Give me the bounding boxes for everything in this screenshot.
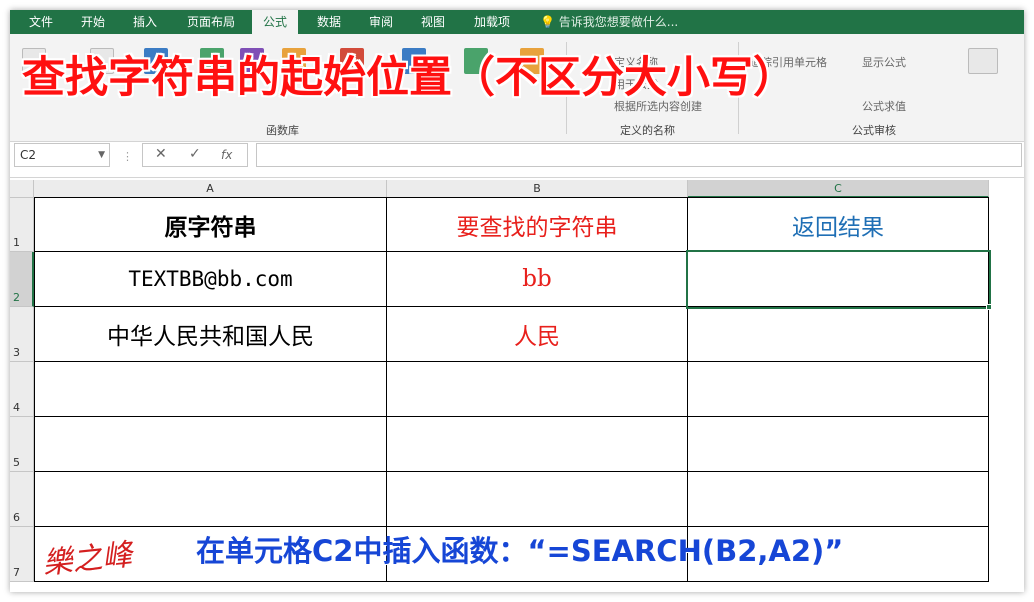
cell-c1[interactable]: 返回结果 <box>688 198 989 252</box>
evaluate-formula-button[interactable]: 公式求值 <box>862 98 906 114</box>
row-header-7[interactable]: 7 <box>10 527 34 582</box>
row-header-3[interactable]: 3 <box>10 307 34 362</box>
cancel-icon[interactable]: ✕ <box>155 146 167 162</box>
column-header-c[interactable]: C <box>688 180 989 198</box>
formula-bar-grip: ⋮ <box>122 150 133 163</box>
column-header-b[interactable]: B <box>387 180 688 198</box>
row-header-4[interactable]: 4 <box>10 362 34 417</box>
watch-window-icon[interactable] <box>968 48 998 74</box>
tab-view[interactable]: 视图 <box>412 10 454 34</box>
tab-home[interactable]: 开始 <box>72 10 114 34</box>
cell-a5[interactable] <box>35 417 387 472</box>
ribbon-tab-bar: 文件 开始 插入 页面布局 公式 数据 审阅 视图 加载项 💡 告诉我您想要做什… <box>10 10 1024 34</box>
cell-a4[interactable] <box>35 362 387 417</box>
cell-b1[interactable]: 要查找的字符串 <box>387 198 688 252</box>
cell-a1[interactable]: 原字符串 <box>35 198 387 252</box>
cell-c6[interactable] <box>688 472 989 527</box>
tab-data[interactable]: 数据 <box>308 10 350 34</box>
column-header-a[interactable]: A <box>34 180 387 198</box>
tab-insert[interactable]: 插入 <box>124 10 166 34</box>
chevron-down-icon[interactable]: ▼ <box>98 144 105 166</box>
cell-a2[interactable]: TEXTBB@bb.com <box>35 252 387 307</box>
fill-handle[interactable] <box>986 304 992 310</box>
group-label-defined-names: 定义的名称 <box>620 124 675 137</box>
row-header-1[interactable]: 1 <box>10 198 34 252</box>
row-header-6[interactable]: 6 <box>10 472 34 527</box>
tell-me-search[interactable]: 💡 告诉我您想要做什么... <box>540 10 678 34</box>
group-label-function-library: 函数库 <box>266 124 299 137</box>
cell-c4[interactable] <box>688 362 989 417</box>
enter-icon[interactable]: ✓ <box>189 146 201 162</box>
excel-window: 文件 开始 插入 页面布局 公式 数据 审阅 视图 加载项 💡 告诉我您想要做什… <box>10 10 1024 592</box>
formula-buttons: ✕ ✓ fx <box>142 143 248 167</box>
cell-b6[interactable] <box>387 472 688 527</box>
cell-b5[interactable] <box>387 417 688 472</box>
tab-addins[interactable]: 加载项 <box>464 10 520 34</box>
tab-file[interactable]: 文件 <box>20 10 62 34</box>
cell-c3[interactable] <box>688 307 989 362</box>
tab-formulas[interactable]: 公式 <box>252 10 298 34</box>
cell-b2[interactable]: bb <box>387 252 688 307</box>
name-box[interactable]: C2 ▼ <box>14 143 110 167</box>
show-formulas-button[interactable]: 显示公式 <box>862 54 906 70</box>
lightbulb-icon: 💡 <box>540 15 555 29</box>
bottom-caption: 在单元格C2中插入函数：“=SEARCH(B2,A2)” <box>196 534 844 568</box>
overlay-title: 查找字符串的起始位置（不区分大小写） <box>22 53 796 103</box>
row-header-5[interactable]: 5 <box>10 417 34 472</box>
tab-page-layout[interactable]: 页面布局 <box>176 10 246 34</box>
signature-watermark: 樂之峰 <box>40 537 134 582</box>
formula-input[interactable] <box>256 143 1022 167</box>
cell-a3[interactable]: 中华人民共和国人民 <box>35 307 387 362</box>
cell-b4[interactable] <box>387 362 688 417</box>
group-label-formula-auditing: 公式审核 <box>852 124 896 137</box>
insert-function-fx-icon[interactable]: fx <box>221 148 232 162</box>
cell-c5[interactable] <box>688 417 989 472</box>
tab-review[interactable]: 审阅 <box>360 10 402 34</box>
active-cell-selection <box>686 250 991 309</box>
cell-a6[interactable] <box>35 472 387 527</box>
cell-b3[interactable]: 人民 <box>387 307 688 362</box>
row-header-2[interactable]: 2 <box>10 252 34 307</box>
select-all-corner[interactable] <box>10 180 34 198</box>
